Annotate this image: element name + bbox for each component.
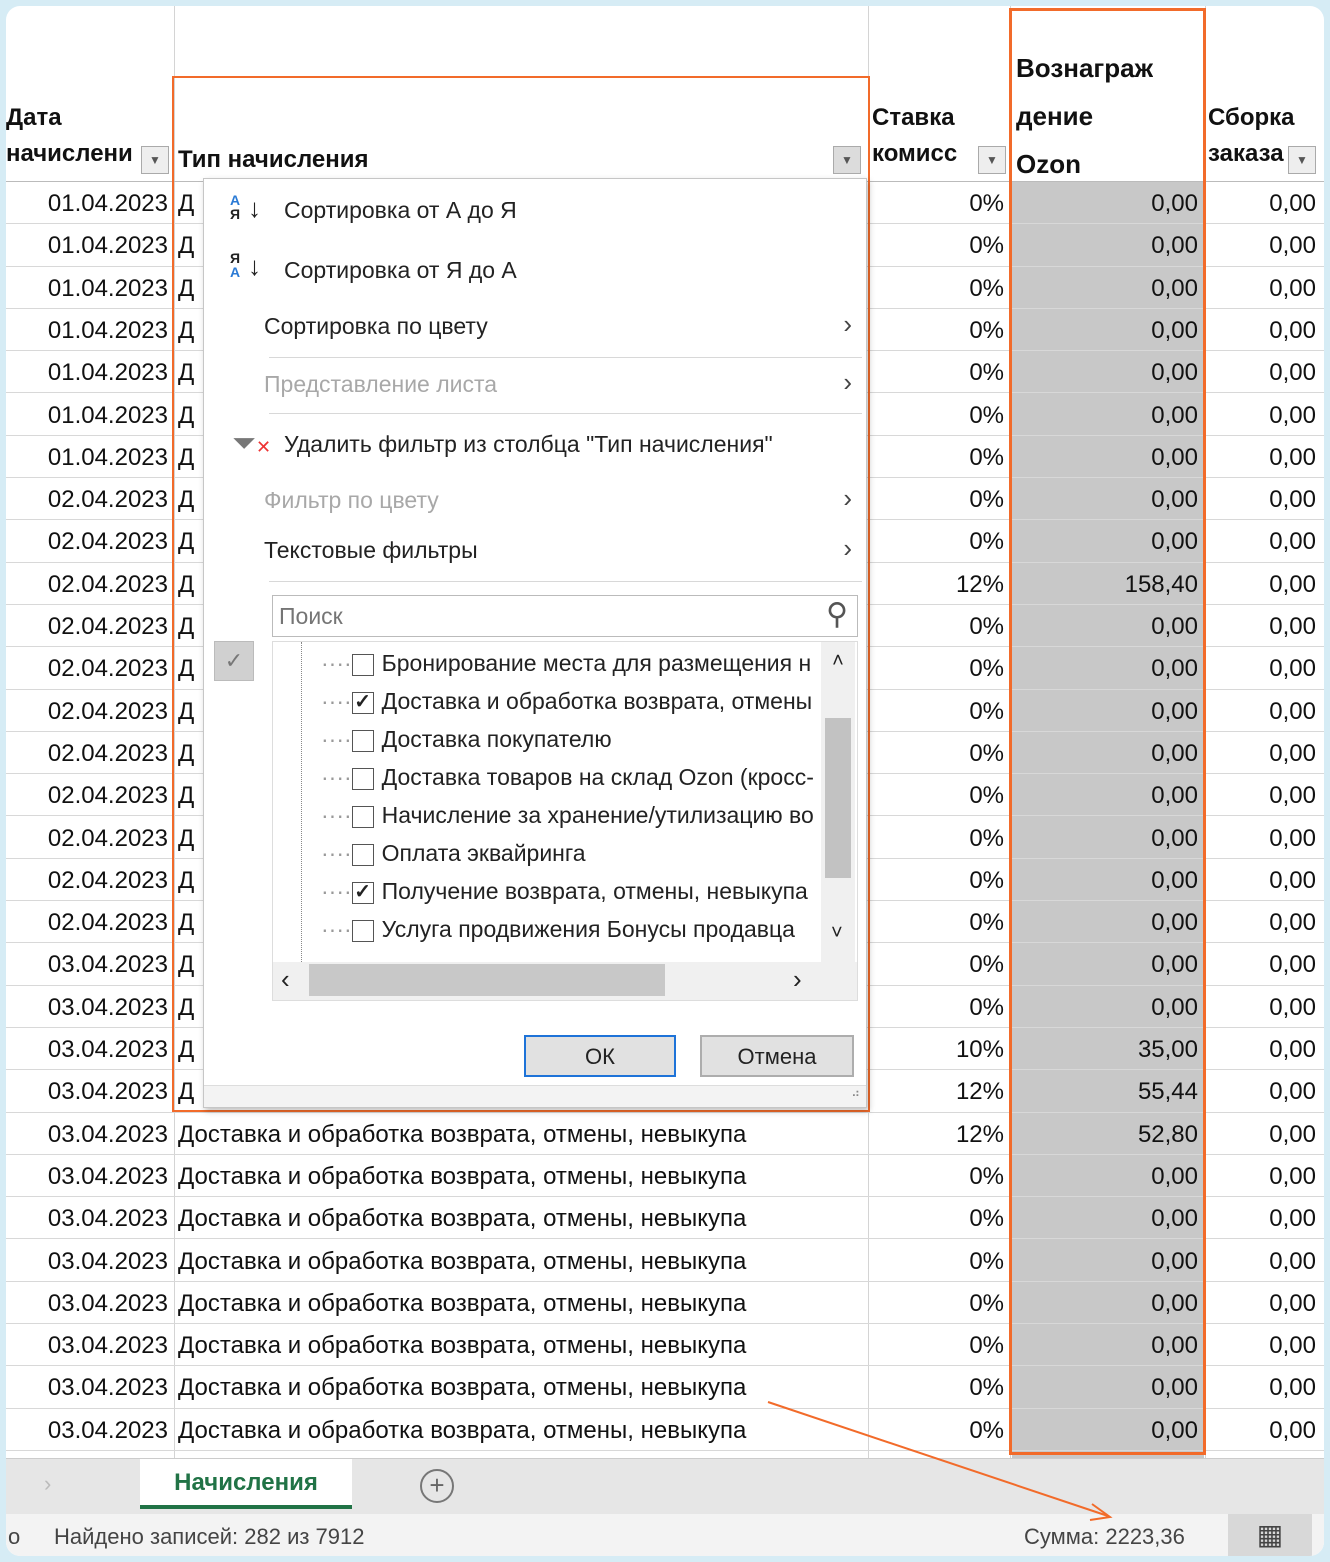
excel-window: Дата начислени ▼ Тип начисления ▼ Ставка к… — [6, 6, 1324, 1556]
annotation-arrow — [767, 1401, 1113, 1521]
